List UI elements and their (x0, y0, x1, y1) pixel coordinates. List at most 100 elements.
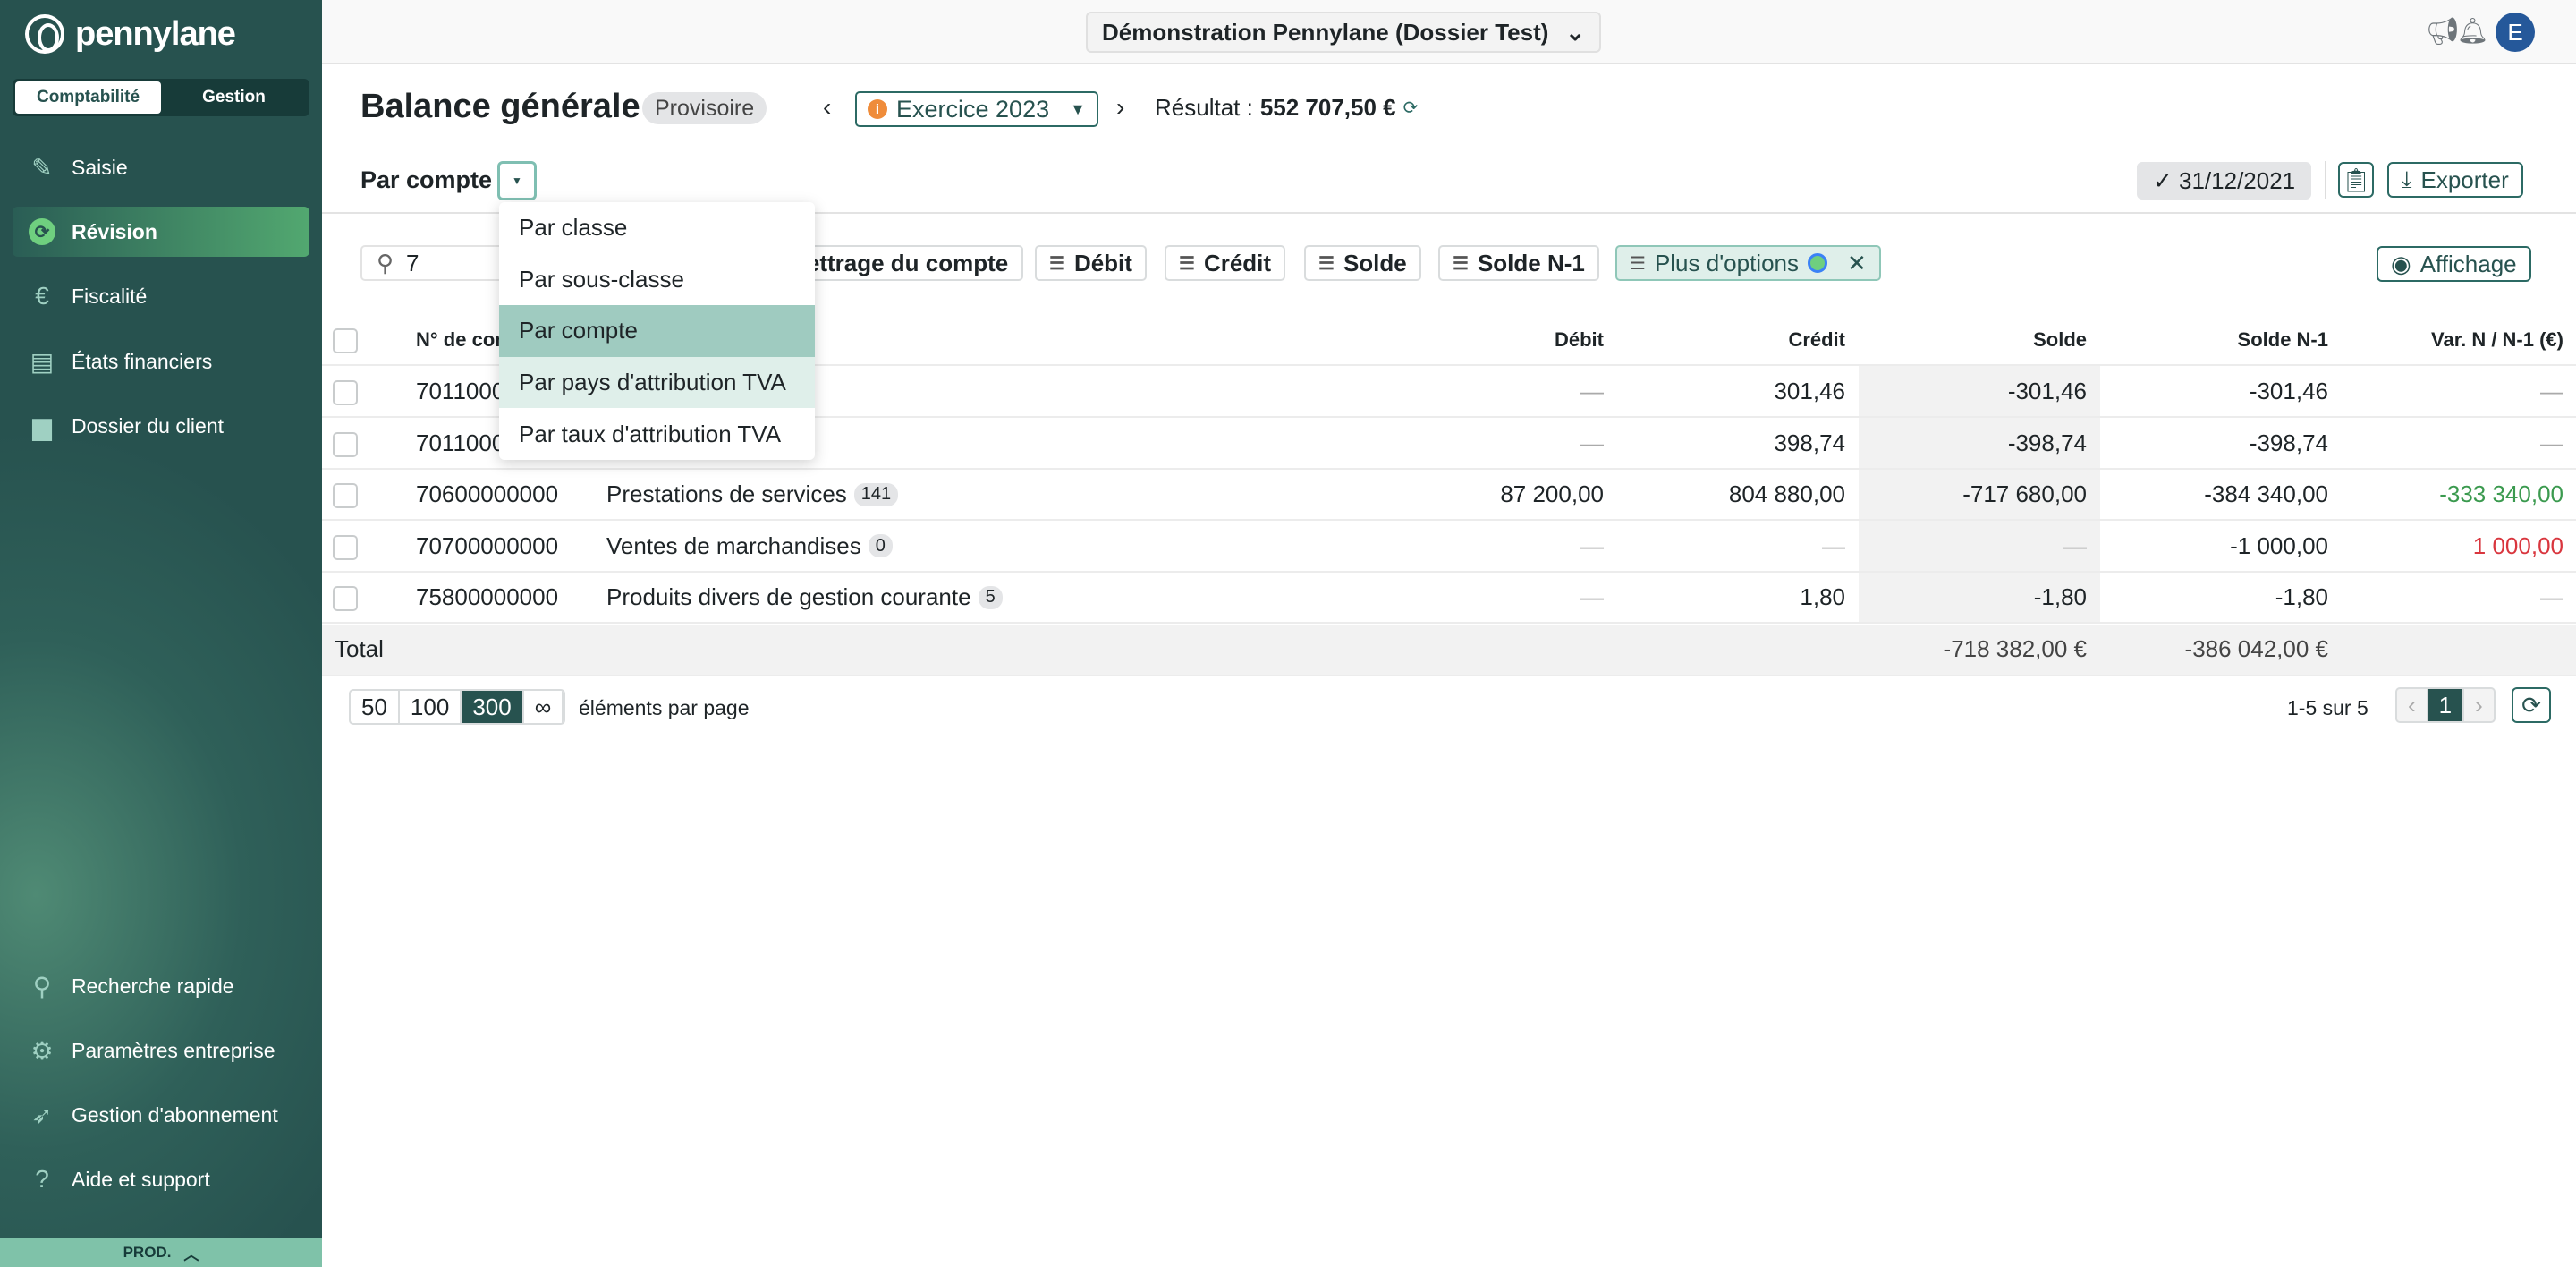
next-page-icon[interactable]: › (2464, 689, 2494, 721)
cell-credit: 804 880,00 (1728, 480, 1845, 508)
column-header[interactable]: Solde N-1 (2238, 315, 2328, 364)
cell-var: — (2540, 378, 2563, 404)
total-label: Total (335, 635, 384, 662)
column-header[interactable]: Débit (1555, 315, 1604, 364)
logo-icon (25, 14, 64, 54)
total-solde: -718 382,00 € (1943, 635, 2087, 662)
row-checkbox[interactable] (333, 534, 358, 560)
row-checkbox[interactable] (333, 483, 358, 509)
menu-item[interactable]: Par taux d'attribution TVA (499, 408, 815, 460)
page-size-option[interactable]: 50 (351, 691, 400, 723)
filter-label: Débit (1073, 249, 1132, 276)
help-icon: ? (35, 1165, 49, 1193)
page-size-option[interactable]: 100 (400, 691, 462, 723)
row-checkbox[interactable] (333, 586, 358, 612)
sidebar-bottom-item-1[interactable]: ⚙ Paramètres entreprise (13, 1025, 309, 1076)
sidebar-item-0[interactable]: ✎ Saisie (13, 142, 309, 192)
page-size-option[interactable]: ∞ (524, 691, 564, 723)
refresh-icon: ⟳ (29, 218, 55, 245)
display-label: Affichage (2419, 250, 2517, 277)
page-size-option[interactable]: 300 (462, 691, 524, 723)
filter-label: Solde N-1 (1477, 249, 1585, 276)
account-label: Produits divers de gestion courante 5 (606, 573, 1003, 622)
prev-exercice-icon[interactable]: ‹ (823, 93, 831, 122)
export-button[interactable]: ⤓ Exporter (2387, 162, 2523, 198)
caret-down-icon: ▼ (512, 174, 522, 187)
page-button[interactable]: 1 (2428, 689, 2465, 721)
filter-debit[interactable]: ☰ Débit (1035, 245, 1147, 281)
logo[interactable]: pennylane (25, 14, 236, 54)
refresh-button[interactable]: ⟳ (2512, 687, 2551, 723)
prev-page-icon[interactable]: ‹ (2397, 689, 2428, 721)
filter-solde-n1[interactable]: ☰ Solde N-1 (1438, 245, 1599, 281)
sidebar-bottom-item-0[interactable]: ⚲ Recherche rapide (13, 961, 309, 1011)
filter-label: Lettrage du compte (792, 249, 1009, 276)
sidebar-item-label: Recherche rapide (72, 974, 234, 998)
column-header[interactable]: Crédit (1788, 315, 1845, 364)
cell-n1: -301,46 (2249, 378, 2328, 404)
row-checkbox[interactable] (333, 380, 358, 405)
avatar[interactable]: E (2496, 13, 2535, 52)
sidebar-item-label: Fiscalité (72, 284, 148, 308)
sidebar-item-3[interactable]: ▤ États financiers (13, 336, 309, 387)
account-number: 70700000000 (416, 531, 559, 559)
caret-down-icon: ▼ (1070, 99, 1086, 118)
next-exercice-icon[interactable]: › (1116, 93, 1124, 122)
cell-solde: -301,46 (2007, 378, 2087, 404)
label-text: Produits divers de gestion courante (606, 583, 971, 611)
megaphone-icon[interactable]: 📢︎ (2426, 16, 2460, 47)
sidebar-bottom-item-3[interactable]: ? Aide et support (13, 1154, 309, 1204)
resultat: Résultat :552 707,50 € ⟳ (1155, 94, 1418, 122)
dossier-selector[interactable]: Démonstration Pennylane (Dossier Test) ⌄ (1086, 12, 1601, 53)
tab-gestion[interactable]: Gestion (161, 81, 307, 114)
cell-n1: -1,80 (2275, 583, 2328, 611)
table-row[interactable]: 70700000000 Ventes de marchandises 0 — — — -1 … (322, 522, 2576, 573)
filter-more-options[interactable]: ☰ Plus d'options ✕ (1615, 245, 1881, 281)
filter-solde[interactable]: ☰ Solde (1304, 245, 1421, 281)
env-bar[interactable]: PROD. ︿ (0, 1238, 322, 1267)
export-label: Exporter (2420, 166, 2509, 193)
filter-icon: ☰ (1453, 253, 1469, 274)
gear-icon: ⚙ (30, 1036, 54, 1065)
date-badge[interactable]: ✓ 31/12/2021 (2137, 162, 2312, 200)
pen-icon: ✎ (31, 153, 53, 182)
menu-item[interactable]: Par compte (499, 305, 815, 357)
cell-debit: 87 200,00 (1500, 480, 1604, 508)
grouping-dropdown-button[interactable]: ▼ (497, 161, 537, 200)
sidebar-item-1[interactable]: ⟳ Révision (13, 207, 309, 257)
sidebar-item-4[interactable]: ▆ Dossier du client (13, 401, 309, 451)
sidebar-item-label: Saisie (72, 155, 128, 179)
row-checkbox[interactable] (333, 431, 358, 457)
label-text: Prestations de services (606, 480, 847, 508)
folder-icon: ▆ (32, 412, 52, 440)
account-number: 75800000000 (416, 583, 559, 611)
cell-debit: — (1580, 429, 1604, 456)
filter-label: Crédit (1203, 249, 1272, 276)
column-header[interactable]: Solde (2033, 315, 2087, 364)
clipboard-button[interactable]: 📋︎ (2338, 162, 2374, 198)
cell-var: -333 340,00 (2439, 480, 2563, 508)
menu-item[interactable]: Par classe (499, 202, 815, 254)
download-icon: ⤓ (2402, 166, 2412, 192)
rocket-icon: ➶ (31, 1101, 53, 1129)
tab-comptabilite[interactable]: Comptabilité (15, 81, 161, 114)
menu-item[interactable]: Par sous-classe (499, 254, 815, 306)
table-row[interactable]: 70600000000 Prestations de services 141 87 … (322, 470, 2576, 522)
exercice-selector[interactable]: i Exercice 2023 ▼ (855, 91, 1098, 127)
select-all-checkbox[interactable] (333, 328, 358, 353)
sidebar-item-label: Paramètres entreprise (72, 1038, 275, 1062)
account-number: 70600000000 (416, 480, 559, 508)
refresh-icon[interactable]: ⟳ (1403, 97, 1419, 119)
sidebar-bottom-item-2[interactable]: ➶ Gestion d'abonnement (13, 1090, 309, 1140)
sidebar-item-2[interactable]: € Fiscalité (13, 271, 309, 321)
filter-credit[interactable]: ☰ Crédit (1165, 245, 1286, 281)
chevron-down-icon: ⌄ (1565, 18, 1585, 46)
close-icon[interactable]: ✕ (1847, 250, 1867, 277)
table-row[interactable]: 75800000000 Produits divers de gestion co… (322, 573, 2576, 625)
bell-icon[interactable]: 🔔︎ (2456, 16, 2488, 46)
account-label: Ventes de marchandises 0 (606, 522, 893, 571)
column-header[interactable]: Var. N / N-1 (€) (2431, 315, 2563, 364)
menu-item[interactable]: Par pays d'attribution TVA (499, 356, 815, 409)
display-button[interactable]: ◉ Affichage (2377, 246, 2531, 282)
clipboard-icon: 📋︎ (2341, 166, 2371, 193)
